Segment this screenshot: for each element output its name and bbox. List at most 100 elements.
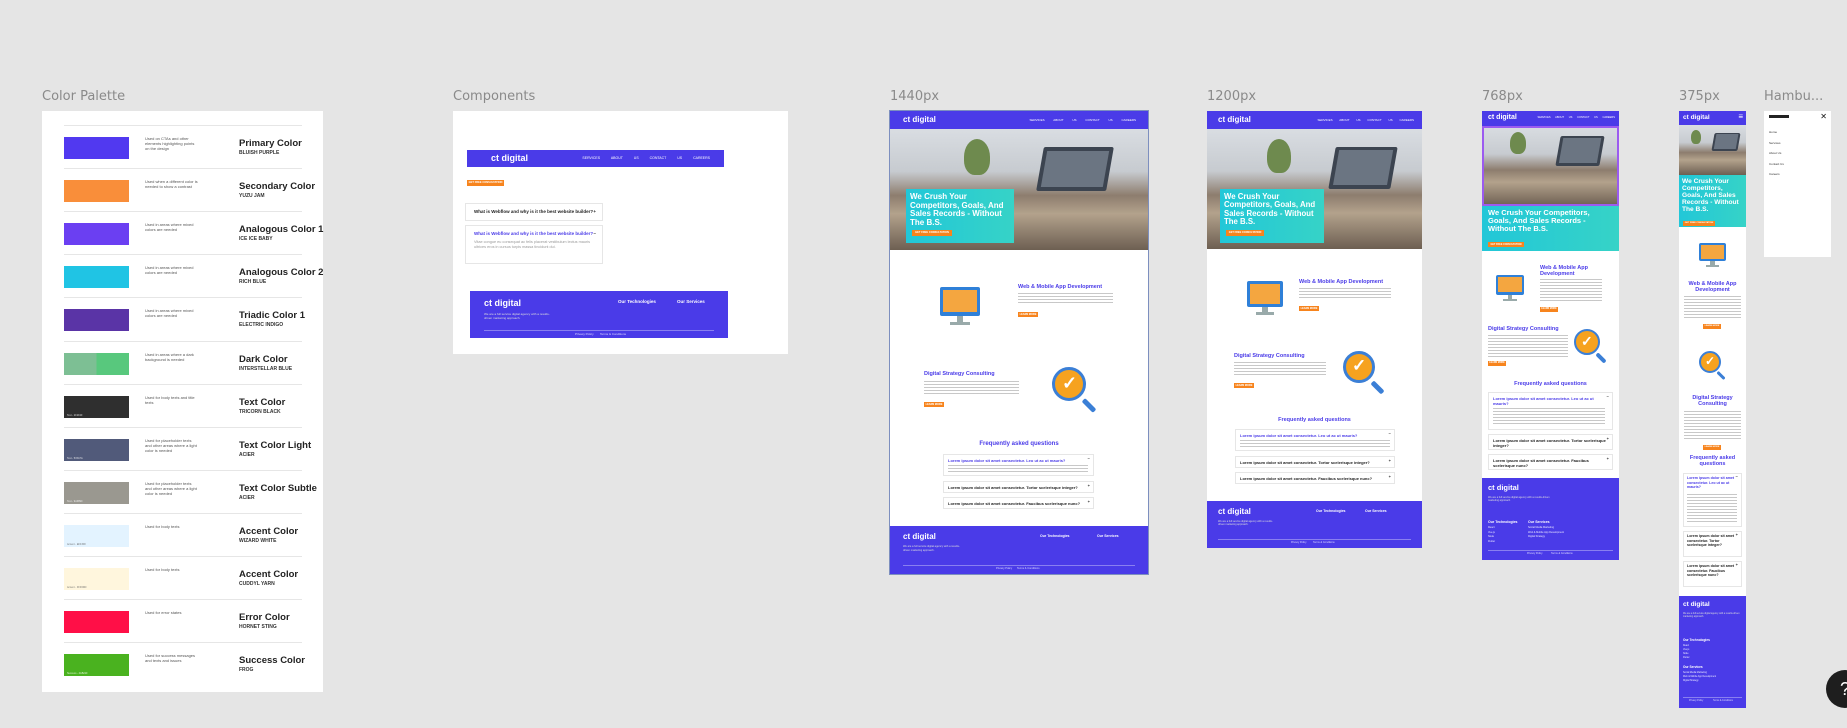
components-frame[interactable]: ct digital SERVICES ABOUT US CONTACT US …: [453, 111, 788, 354]
nav-link[interactable]: ABOUT US: [1053, 118, 1076, 122]
footer-privacy[interactable]: Privacy Policy: [996, 567, 1012, 570]
footer-privacy[interactable]: Privacy Policy: [1689, 700, 1703, 702]
faq-item[interactable]: Lorem ipsum dolor sit amet consectetur. …: [1235, 472, 1395, 484]
help-icon[interactable]: ?: [1826, 670, 1847, 708]
close-icon[interactable]: ✕: [1820, 112, 1827, 121]
navbar-logo[interactable]: ct digital: [1488, 114, 1517, 121]
color-swatch[interactable]: [64, 137, 129, 159]
web-dev-learn-more[interactable]: LEARN MORE: [1540, 307, 1558, 312]
web-dev-learn-more[interactable]: LEARN MORE: [1018, 312, 1038, 317]
nav-link[interactable]: CAREERS: [1602, 116, 1615, 119]
color-swatch[interactable]: Accent - EFF3FF: [64, 524, 129, 547]
nav-link[interactable]: ABOUT US: [1339, 118, 1360, 122]
footer-logo[interactable]: ct digital: [484, 298, 521, 308]
color-swatch[interactable]: [64, 309, 129, 332]
color-swatch[interactable]: Text - 515A7A: [64, 438, 129, 461]
faq-item[interactable]: Lorem ipsum dolor sit amet consectetur. …: [1683, 561, 1742, 587]
color-swatch[interactable]: [64, 266, 129, 289]
nav-link[interactable]: ABOUT US: [611, 156, 639, 160]
navbar-logo[interactable]: ct digital: [1218, 115, 1251, 124]
frame-1440[interactable]: ct digital SERVICES ABOUT US CONTACT US …: [889, 110, 1149, 575]
nav-link[interactable]: CAREERS: [693, 156, 710, 160]
faq-item-open[interactable]: Lorem ipsum dolor sit amet consectetur. …: [1488, 392, 1613, 430]
component-cta-button[interactable]: GET FREE CONSULTATION: [467, 180, 504, 186]
frame-375[interactable]: ct digital ≡ We Crush Your Competitors, …: [1679, 111, 1746, 708]
faq-item[interactable]: Lorem ipsum dolor sit amet consectetur. …: [1235, 456, 1395, 468]
footer-privacy[interactable]: Privacy Policy: [1527, 552, 1543, 555]
footer-privacy[interactable]: Privacy Policy: [1291, 541, 1307, 544]
frame-label-components[interactable]: Components: [453, 89, 535, 104]
hero-cta-button[interactable]: GET FREE CONSULTATION: [1683, 221, 1715, 226]
hamburger-icon[interactable]: ≡: [1738, 112, 1743, 121]
faq-item[interactable]: Lorem ipsum dolor sit amet consectetur. …: [1488, 454, 1613, 470]
strategy-learn-more[interactable]: LEARN MORE: [924, 402, 944, 407]
nav-link[interactable]: SERVICES: [1537, 116, 1550, 119]
color-swatch[interactable]: [64, 180, 129, 203]
footer-terms[interactable]: Terms & Conditions: [1713, 700, 1733, 702]
footer-link[interactable]: Digital Strategy: [1683, 679, 1716, 683]
faq-item[interactable]: Lorem ipsum dolor sit amet consectetur. …: [1683, 531, 1742, 557]
color-swatch[interactable]: Accent - FFF6DD: [64, 568, 129, 590]
menu-item[interactable]: About Us: [1769, 148, 1784, 159]
nav-link[interactable]: CAREERS: [1121, 118, 1136, 122]
color-palette-frame[interactable]: Used on CTAs and other elements highligh…: [42, 111, 323, 692]
strategy-learn-more[interactable]: LEARN MORE: [1488, 361, 1506, 366]
footer-terms[interactable]: Terms & Conditions: [1017, 567, 1040, 570]
strategy-learn-more[interactable]: LEARN MORE: [1703, 445, 1721, 450]
component-faq-item[interactable]: What is Webflow and why is it the best w…: [465, 203, 603, 221]
web-dev-learn-more[interactable]: LEARN MORE: [1299, 306, 1319, 311]
navbar-logo[interactable]: ct digital: [491, 153, 528, 163]
nav-link[interactable]: SERVICES: [582, 156, 600, 160]
nav-link[interactable]: CONTACT US: [1577, 116, 1598, 119]
faq-item-open[interactable]: Lorem ipsum dolor sit amet consectetur. …: [1683, 473, 1742, 527]
hamburger-frame[interactable]: ✕ Home Services About Us Contact Us Care…: [1764, 111, 1831, 257]
faq-item-open[interactable]: Lorem ipsum dolor sit amet consectetur. …: [943, 454, 1094, 476]
color-swatch[interactable]: [64, 352, 129, 375]
frame-label-375[interactable]: 375px: [1679, 89, 1720, 104]
nav-link[interactable]: CONTACT US: [650, 156, 682, 160]
footer-link[interactable]: Flutter: [1488, 540, 1495, 545]
color-swatch[interactable]: Text - 2F2F2F: [64, 395, 129, 418]
faq-item[interactable]: Lorem ipsum dolor sit amet consectetur. …: [943, 497, 1094, 509]
nav-link[interactable]: CONTACT US: [1085, 118, 1112, 122]
footer-logo[interactable]: ct digital: [903, 532, 936, 541]
menu-item[interactable]: Contact Us: [1769, 159, 1784, 170]
menu-item[interactable]: Careers: [1769, 169, 1784, 180]
color-swatch[interactable]: [64, 223, 129, 246]
frame-label-hamburger[interactable]: Hambu...: [1764, 89, 1823, 104]
nav-link[interactable]: CONTACT US: [1367, 118, 1392, 122]
footer-logo[interactable]: ct digital: [1488, 483, 1519, 492]
menu-item[interactable]: Home: [1769, 127, 1784, 138]
footer-terms[interactable]: Terms & Conditions: [1551, 552, 1573, 555]
footer-link[interactable]: Flutter: [1683, 656, 1690, 660]
footer-logo[interactable]: ct digital: [1218, 507, 1251, 516]
frame-label-768[interactable]: 768px: [1482, 89, 1523, 104]
frame-768[interactable]: ct digital SERVICES ABOUT US CONTACT US …: [1482, 111, 1619, 560]
navbar-logo[interactable]: ct digital: [903, 115, 936, 124]
faq-item[interactable]: Lorem ipsum dolor sit amet consectetur. …: [943, 481, 1094, 493]
faq-item[interactable]: Lorem ipsum dolor sit amet consectetur. …: [1488, 434, 1613, 450]
nav-link[interactable]: CAREERS: [1399, 118, 1414, 122]
navbar-logo[interactable]: ct digital: [1683, 114, 1710, 121]
nav-link[interactable]: ABOUT US: [1555, 116, 1572, 119]
footer-terms[interactable]: Terms & Conditions: [600, 332, 626, 336]
footer-link[interactable]: React: [1488, 526, 1495, 531]
nav-link[interactable]: SERVICES: [1317, 118, 1332, 122]
hero-cta-button[interactable]: GET FREE CONSULTATION: [912, 230, 952, 236]
frame-label-1440[interactable]: 1440px: [890, 89, 939, 104]
footer-privacy[interactable]: Privacy Policy: [575, 332, 594, 336]
color-swatch[interactable]: [64, 611, 129, 634]
hero-cta-button[interactable]: GET FREE CONSULTATION: [1226, 230, 1264, 236]
hero-cta-button[interactable]: GET FREE CONSULTATION: [1488, 242, 1524, 247]
frame-label-color-palette[interactable]: Color Palette: [42, 89, 125, 104]
strategy-learn-more[interactable]: LEARN MORE: [1234, 383, 1254, 388]
nav-link[interactable]: SERVICES: [1029, 118, 1044, 122]
color-swatch[interactable]: Success - 4AB21F: [64, 654, 129, 677]
color-swatch[interactable]: Text - 9A9890: [64, 481, 129, 504]
component-faq-item-open[interactable]: What is Webflow and why is it the best w…: [465, 225, 603, 264]
faq-item-open[interactable]: Lorem ipsum dolor sit amet consectetur. …: [1235, 429, 1395, 451]
frame-1200[interactable]: ct digital SERVICES ABOUT US CONTACT US …: [1207, 111, 1422, 548]
footer-logo[interactable]: ct digital: [1683, 601, 1710, 608]
footer-link[interactable]: Digital Strategy: [1528, 535, 1564, 540]
footer-terms[interactable]: Terms & Conditions: [1313, 541, 1335, 544]
